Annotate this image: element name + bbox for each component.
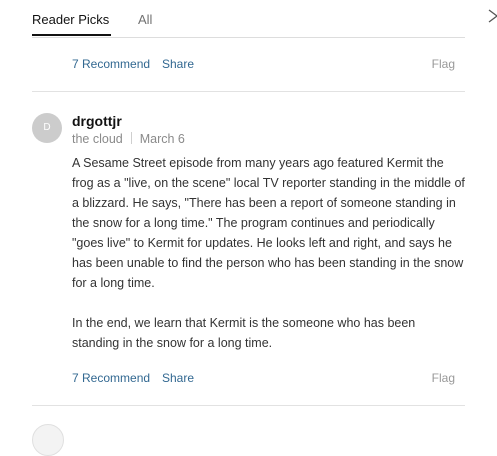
flag-button[interactable]: Flag — [432, 56, 455, 72]
comment-paragraph: A Sesame Street episode from many years … — [72, 156, 465, 290]
comment-tabs: Reader Picks All — [32, 0, 465, 38]
share-button[interactable]: Share — [162, 56, 194, 72]
recommend-button[interactable]: 7 Recommend — [72, 56, 150, 72]
active-tab-indicator — [32, 34, 111, 36]
comment-paragraph: In the end, we learn that Kermit is the … — [72, 316, 416, 350]
close-icon[interactable] — [488, 9, 497, 23]
share-button[interactable]: Share — [162, 370, 194, 386]
comment-body: A Sesame Street episode from many years … — [72, 153, 465, 353]
next-comment-avatar — [32, 424, 64, 456]
comment-divider — [32, 91, 465, 92]
comment-divider — [32, 405, 465, 406]
previous-comment-actions: 7 Recommend Share Flag — [72, 56, 455, 72]
comment-meta: the cloud March 6 — [72, 131, 185, 147]
tab-reader-picks[interactable]: Reader Picks — [32, 12, 109, 28]
avatar: D — [32, 113, 62, 143]
comment-location: the cloud — [72, 132, 123, 146]
comment-username[interactable]: drgottjr — [72, 112, 122, 130]
recommend-button[interactable]: 7 Recommend — [72, 370, 150, 386]
comment-actions: 7 Recommend Share Flag — [72, 370, 455, 386]
tab-all[interactable]: All — [138, 12, 152, 28]
comment-date: March 6 — [139, 132, 185, 146]
meta-separator — [130, 132, 132, 144]
flag-button[interactable]: Flag — [432, 370, 455, 386]
